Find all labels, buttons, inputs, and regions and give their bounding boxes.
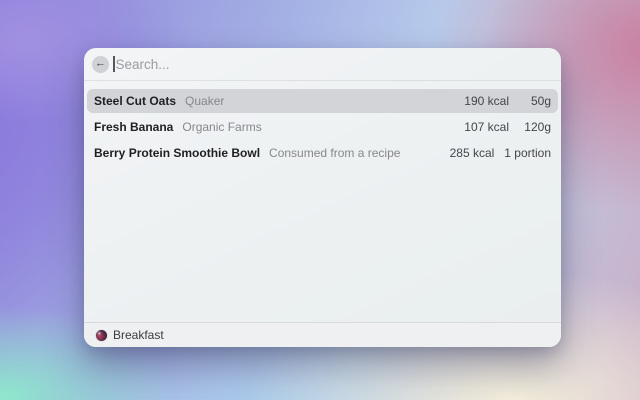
back-button[interactable]: ← [92, 55, 109, 73]
food-quantity: 50g [530, 94, 551, 108]
food-result-row-fresh-banana[interactable]: Fresh Banana Organic Farms 107 kcal 120g [87, 115, 558, 139]
food-quantity: 120g [524, 120, 551, 134]
food-source: Organic Farms [182, 120, 262, 134]
empty-results-area [84, 167, 561, 322]
food-source: Consumed from a recipe [269, 146, 401, 160]
search-input[interactable] [114, 56, 553, 72]
food-calories: 107 kcal [464, 120, 509, 134]
search-bar: ← [84, 48, 561, 81]
food-quantity: 1 portion [504, 146, 551, 160]
meal-icon [96, 329, 107, 341]
food-name: Steel Cut Oats [94, 94, 177, 108]
back-arrow-icon: ← [95, 57, 106, 70]
food-calories: 285 kcal [449, 146, 495, 160]
food-calories: 190 kcal [464, 94, 509, 108]
food-name: Berry Protein Smoothie Bowl [94, 146, 261, 160]
food-source: Quaker [185, 94, 225, 108]
food-result-row-berry-protein-smoothie-bowl[interactable]: Berry Protein Smoothie Bowl Consumed fro… [87, 141, 558, 165]
food-result-row-steel-cut-oats[interactable]: Steel Cut Oats Quaker 190 kcal 50g [87, 89, 558, 113]
desktop-background: ← Steel Cut Oats Quaker 190 kcal 50g Fre… [0, 0, 640, 400]
food-name: Fresh Banana [94, 120, 174, 134]
footer-meal-label: Breakfast [113, 328, 164, 342]
food-results-list: Steel Cut Oats Quaker 190 kcal 50g Fresh… [84, 81, 561, 167]
footer-bar: Breakfast [84, 322, 561, 347]
food-search-window: ← Steel Cut Oats Quaker 190 kcal 50g Fre… [84, 48, 561, 347]
